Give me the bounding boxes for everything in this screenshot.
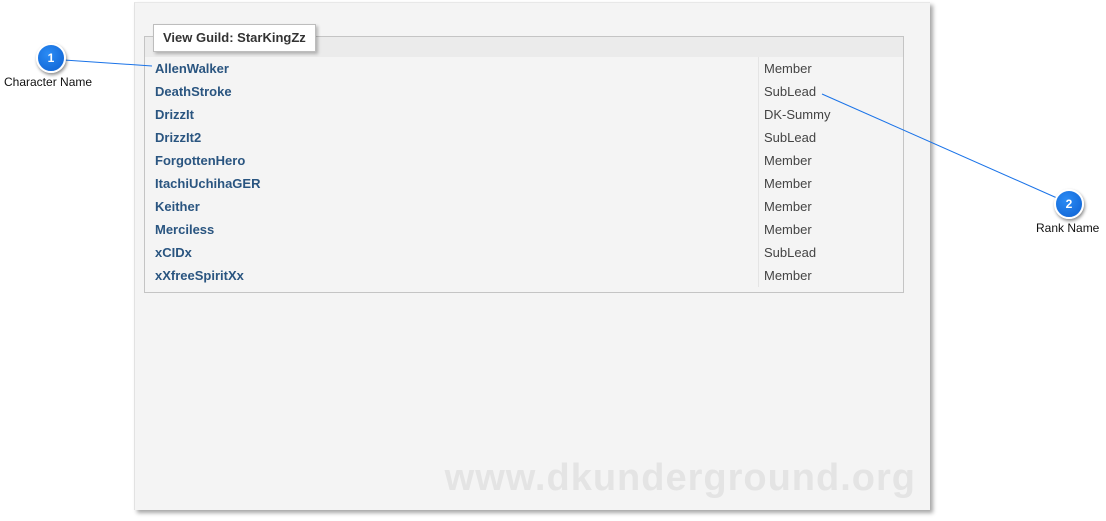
callout-lines xyxy=(63,59,1058,199)
callout-1-badge: 1 xyxy=(36,43,66,73)
callout-2-badge: 2 xyxy=(1054,189,1084,219)
callout-1-line xyxy=(63,59,153,67)
callout-2-line xyxy=(821,93,1058,199)
callout-1-label: Character Name xyxy=(4,75,93,89)
callout-2-label: Rank Name xyxy=(1036,221,1100,235)
